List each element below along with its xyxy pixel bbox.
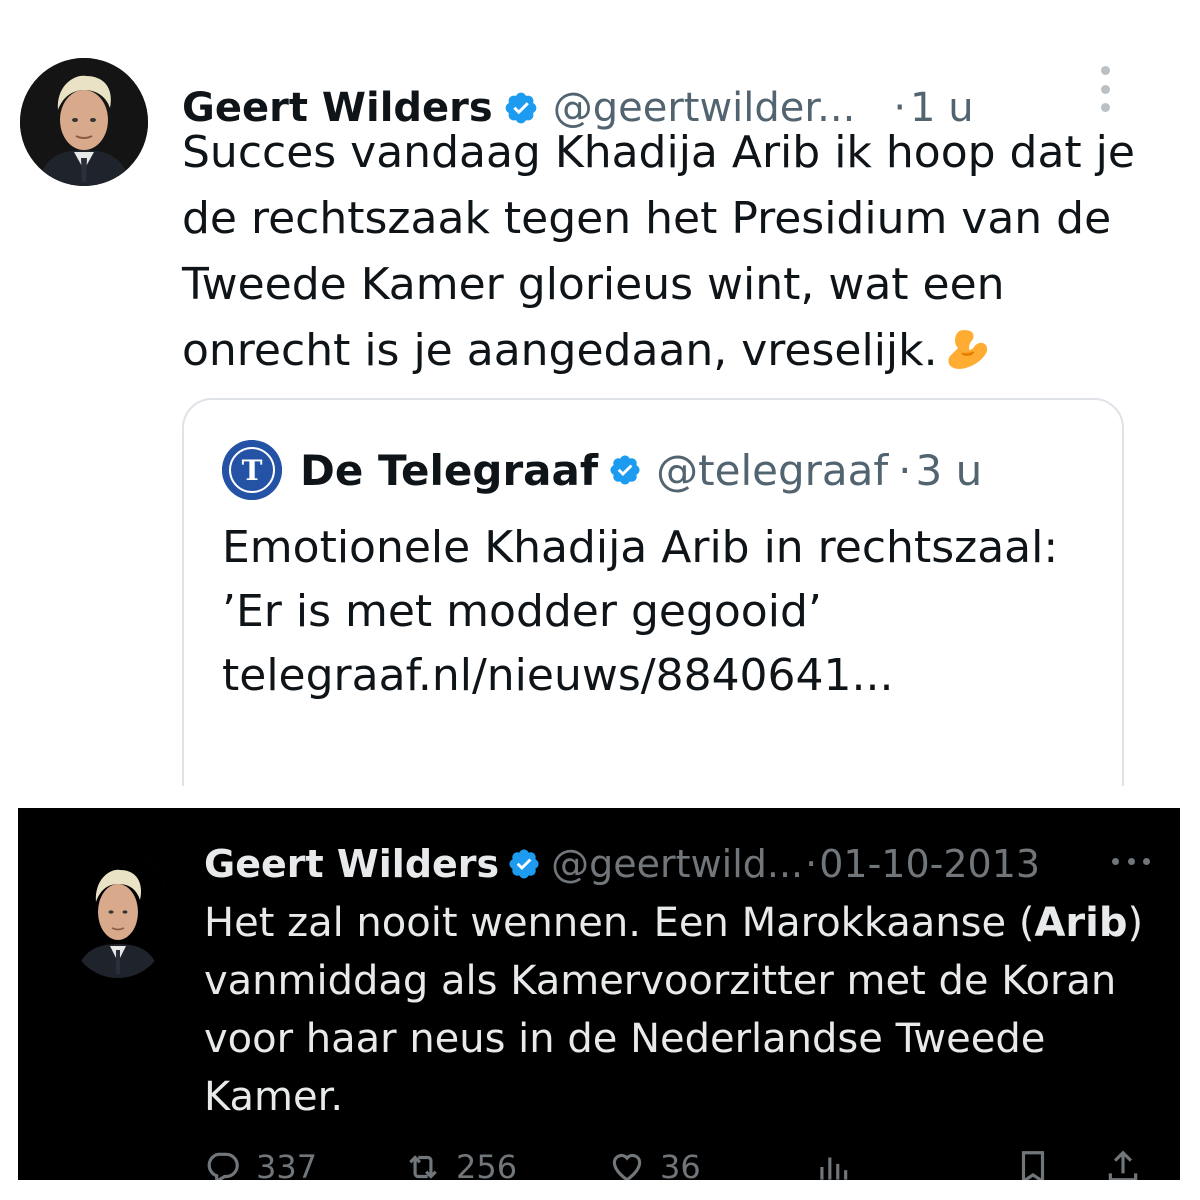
quoted-tweet-text: Emotionele Khadija Arib in rechtszaal: ’…	[222, 522, 1059, 701]
bottom-tweet[interactable]: Geert Wilders @geertwild... · 01-10-2013…	[18, 808, 1180, 1180]
author-name[interactable]: Geert Wilders	[204, 842, 499, 886]
like-count: 36	[660, 1148, 701, 1180]
avatar[interactable]	[20, 58, 148, 186]
retweet-button[interactable]: 256	[404, 1148, 517, 1180]
flexed-biceps-emoji	[944, 324, 990, 390]
views-button[interactable]	[814, 1148, 852, 1180]
top-tweet[interactable]: Geert Wilders @geertwilder... · 1 u Succ…	[18, 28, 1166, 786]
quoted-timestamp[interactable]: 3 u	[916, 446, 983, 495]
more-options-icon[interactable]	[1112, 856, 1150, 866]
verified-badge-icon	[507, 847, 541, 881]
tweet-text: Het zal nooit wennen. Een Marokkaanse (A…	[204, 894, 1154, 1126]
like-icon	[608, 1148, 646, 1180]
quoted-tweet[interactable]: T De Telegraaf @telegraaf · 3 u Emotione…	[182, 398, 1124, 786]
share-button[interactable]	[1104, 1148, 1142, 1180]
telegraaf-logo: T	[222, 440, 282, 500]
action-bar: 337 256 36	[204, 1148, 1154, 1180]
reply-button[interactable]: 337	[204, 1148, 317, 1180]
more-options-icon[interactable]	[1098, 66, 1112, 112]
quoted-author-handle[interactable]: @telegraaf	[656, 446, 888, 495]
author-handle[interactable]: @geertwild...	[551, 842, 803, 886]
avatar[interactable]	[70, 850, 166, 978]
retweet-count: 256	[456, 1148, 518, 1180]
tweet-text-content: Succes vandaag Khadija Arib ik hoop dat …	[182, 127, 1135, 376]
tweet-header: Geert Wilders @geertwild... · 01-10-2013	[204, 836, 1040, 892]
svg-text:T: T	[242, 454, 263, 487]
separator-dot: ·	[898, 445, 912, 495]
tweet-text-before: Het zal nooit wennen. Een Marokkaanse (	[204, 900, 1035, 946]
bookmark-icon	[1014, 1148, 1052, 1180]
tweet-text: Succes vandaag Khadija Arib ik hoop dat …	[182, 120, 1152, 390]
retweet-icon	[404, 1148, 442, 1180]
like-button[interactable]: 36	[608, 1148, 701, 1180]
share-icon	[1104, 1148, 1142, 1180]
bookmark-button[interactable]	[1014, 1148, 1052, 1180]
timestamp[interactable]: 01-10-2013	[819, 842, 1040, 886]
quoted-author-name[interactable]: De Telegraaf	[300, 446, 598, 495]
separator-dot: ·	[805, 842, 818, 886]
tweet-text-bold: Arib	[1034, 900, 1128, 946]
verified-badge-icon	[608, 453, 642, 487]
views-icon	[814, 1148, 852, 1180]
reply-count: 337	[256, 1148, 318, 1180]
reply-icon	[204, 1148, 242, 1180]
quoted-tweet-header: T De Telegraaf @telegraaf · 3 u	[222, 440, 982, 500]
